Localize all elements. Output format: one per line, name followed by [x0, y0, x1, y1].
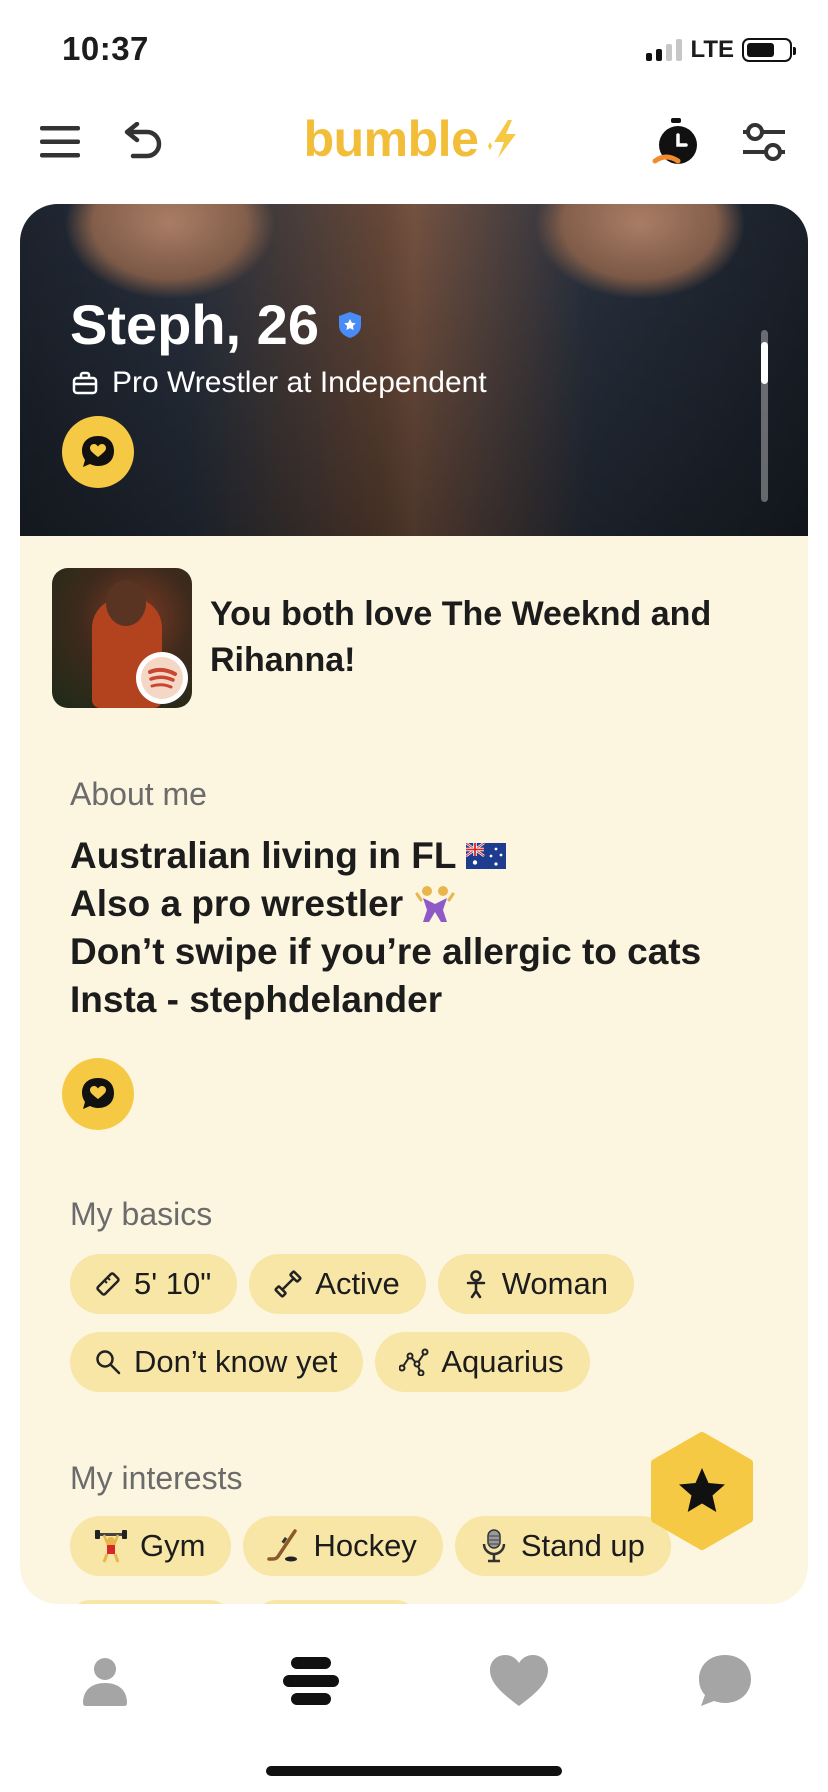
hockey-stick-icon	[267, 1529, 298, 1562]
magnifier-icon	[96, 1350, 121, 1375]
basic-chip-height: 5' 10"	[70, 1254, 238, 1314]
basic-chip-gender: Woman	[437, 1254, 634, 1314]
wrestlers-icon	[415, 886, 455, 922]
filter-icon[interactable]	[740, 118, 788, 166]
about-line: Australian living in FL	[70, 832, 770, 880]
home-indicator[interactable]	[266, 1766, 562, 1776]
compliment-button[interactable]	[62, 416, 134, 488]
people-tab[interactable]	[276, 1646, 346, 1716]
dumbbell-icon	[274, 1270, 302, 1298]
person-icon	[466, 1270, 485, 1299]
profile-card[interactable]: Steph, 26 Pro Wrestler at Independent Yo…	[20, 204, 808, 1604]
profile-icon	[83, 1658, 127, 1706]
profile-name: Steph, 26	[70, 292, 365, 357]
status-indicators: LTE	[646, 36, 796, 64]
battery-icon	[742, 38, 796, 62]
basics-chips-row: 5' 10" Active Woman	[70, 1254, 634, 1314]
ruler-icon	[96, 1272, 120, 1296]
signal-icon	[646, 39, 683, 61]
about-text: Australian living in FL Also a pro wrest…	[70, 832, 770, 1024]
profile-tab[interactable]	[70, 1646, 140, 1716]
heart-icon	[490, 1655, 548, 1706]
about-line: Insta - stephdelander	[70, 979, 443, 1020]
chat-bubble-icon	[699, 1655, 751, 1706]
network-type: LTE	[690, 36, 734, 63]
brand-logo: bumble	[0, 110, 828, 172]
microphone-icon	[482, 1529, 506, 1563]
australia-flag-icon	[466, 843, 507, 869]
constellation-icon	[399, 1348, 429, 1376]
top-nav: bumble	[0, 100, 828, 184]
chats-tab[interactable]	[690, 1646, 760, 1716]
more-interests-peek	[70, 1600, 416, 1604]
profile-job: Pro Wrestler at Independent	[72, 366, 487, 400]
basics-chips-row: Don’t know yet Aquarius	[70, 1332, 590, 1392]
basic-chip-activity: Active	[249, 1254, 426, 1314]
verified-badge-icon	[338, 311, 361, 338]
spotify-icon	[136, 652, 188, 704]
briefcase-icon	[72, 371, 98, 395]
bottom-tab-bar	[0, 1608, 828, 1738]
superswipe-button[interactable]	[643, 1432, 761, 1550]
liked-you-tab[interactable]	[484, 1646, 554, 1716]
stack-icon	[283, 1657, 339, 1705]
basics-title: My basics	[70, 1196, 213, 1232]
bolt-icon	[484, 114, 524, 172]
compliment-icon	[82, 1078, 114, 1109]
interests-title: My interests	[70, 1460, 243, 1496]
compliment-icon	[82, 436, 114, 467]
about-title: About me	[70, 776, 207, 812]
spotify-match: You both love The Weeknd and Rihanna!	[52, 568, 782, 708]
spotify-match-text: You both love The Weeknd and Rihanna!	[210, 595, 712, 679]
basic-chip-looking-for: Don’t know yet	[70, 1332, 364, 1392]
basic-chip-zodiac: Aquarius	[375, 1332, 590, 1392]
album-art	[52, 568, 192, 708]
weightlifter-icon	[95, 1530, 127, 1563]
interest-chip-gym: Gym	[70, 1516, 232, 1576]
status-bar: 10:37 LTE	[0, 0, 828, 96]
timer-icon[interactable]	[652, 118, 700, 166]
photo-scroll-indicator	[761, 330, 768, 502]
interest-chip-hockey: Hockey	[243, 1516, 443, 1576]
compliment-button[interactable]	[62, 1058, 134, 1130]
about-line: Also a pro wrestler	[70, 880, 770, 928]
status-time: 10:37	[62, 30, 149, 67]
about-line: Don’t swipe if you’re allergic to cats	[70, 931, 702, 972]
interests-chips-row: Gym Hockey Stand up	[70, 1516, 671, 1576]
interest-chip-standup: Stand up	[454, 1516, 671, 1576]
